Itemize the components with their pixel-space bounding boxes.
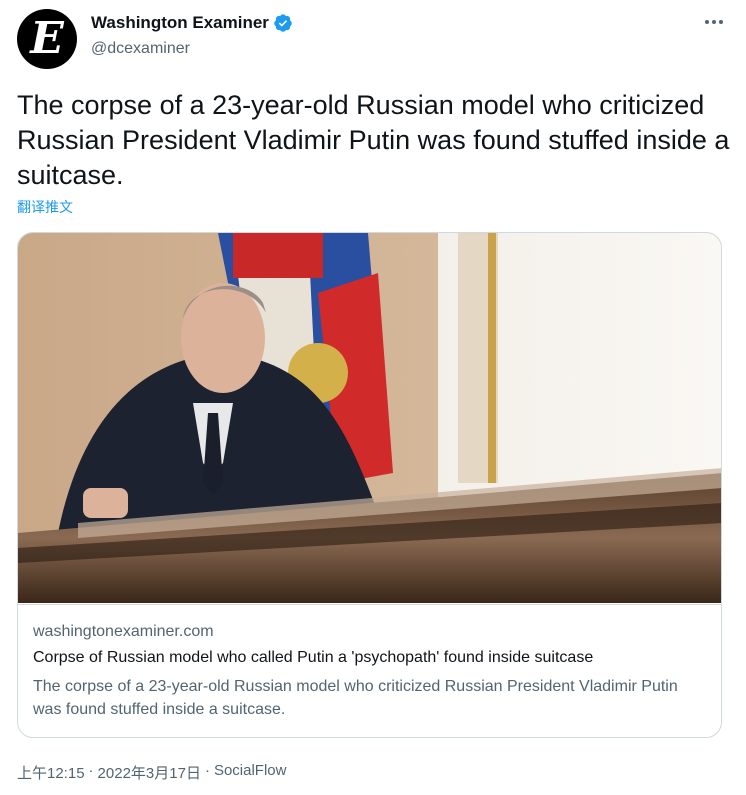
avatar-logo-letter: E (30, 13, 64, 64)
tweet-time[interactable]: 上午12:15 (17, 762, 85, 783)
article-photo (18, 233, 721, 603)
tweet-text: The corpse of a 23-year-old Russian mode… (17, 90, 730, 190)
tweet-metadata: 上午12:15 · 2022年3月17日 · SocialFlow (17, 762, 286, 783)
account-name-row: Washington Examiner (91, 13, 293, 33)
verified-badge-icon (274, 14, 292, 32)
card-headline: Corpse of Russian model who called Putin… (33, 649, 594, 666)
translate-tweet-link[interactable]: 翻译推文 (17, 197, 73, 217)
more-options-icon[interactable] (703, 14, 725, 30)
card-domain: washingtonexaminer.com (33, 623, 214, 640)
account-name[interactable]: Washington Examiner (91, 13, 269, 33)
separator: · (204, 762, 210, 779)
account-handle[interactable]: @dcexaminer (91, 40, 190, 58)
tweet-source[interactable]: SocialFlow (214, 762, 287, 783)
avatar[interactable]: E (17, 9, 77, 69)
card-description: The corpse of a 23-year-old Russian mode… (33, 678, 678, 718)
card-meta: washingtonexaminer.com Corpse of Russian… (18, 604, 721, 718)
tweet-date[interactable]: 2022年3月17日 (98, 762, 201, 783)
separator: · (88, 762, 94, 779)
link-preview-card[interactable]: washingtonexaminer.com Corpse of Russian… (17, 232, 722, 738)
